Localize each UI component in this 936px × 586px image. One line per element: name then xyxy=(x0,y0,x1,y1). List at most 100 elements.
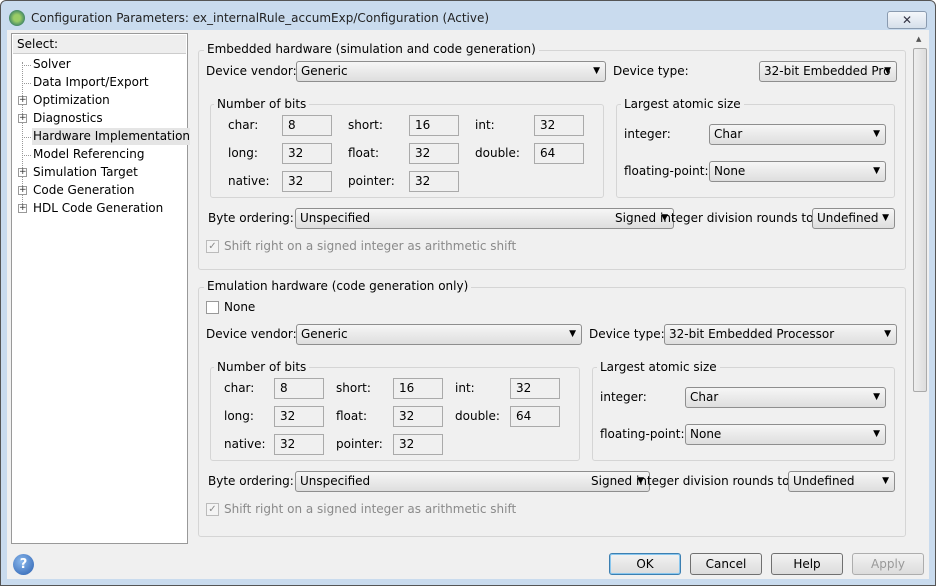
short-bits-field[interactable]: 16 xyxy=(409,115,459,136)
pointer-bits-field[interactable]: 32 xyxy=(409,171,459,192)
ok-button[interactable]: OK xyxy=(609,553,681,575)
native-bits-field[interactable]: 32 xyxy=(282,171,332,192)
atomic-integer-select-value: Char xyxy=(690,390,719,404)
dropdown-arrow-icon: ▼ xyxy=(884,329,891,339)
device-vendor-select[interactable]: Generic ▼ xyxy=(296,324,582,345)
cancel-button[interactable]: Cancel xyxy=(690,553,762,575)
dropdown-arrow-icon: ▼ xyxy=(873,129,880,139)
int-label: int: xyxy=(475,118,495,132)
char-bits-field[interactable]: 8 xyxy=(274,378,324,399)
shift-checkbox[interactable]: ✓ xyxy=(206,240,219,253)
shift-checkbox[interactable]: ✓ xyxy=(206,503,219,516)
scrollbar-thumb[interactable] xyxy=(913,48,927,392)
tree-item[interactable]: Code Generation xyxy=(32,182,135,199)
double-label: double: xyxy=(455,409,500,423)
long-label: long: xyxy=(228,146,258,160)
app-gear-icon xyxy=(9,10,25,26)
tree-item[interactable]: Solver xyxy=(32,56,72,73)
device-vendor-select[interactable]: Generic ▼ xyxy=(296,61,606,82)
window-title: Configuration Parameters: ex_internalRul… xyxy=(31,11,490,25)
float-bits-field[interactable]: 32 xyxy=(409,143,459,164)
shift-label: Shift right on a signed integer as arith… xyxy=(224,239,517,253)
double-bits-field[interactable]: 64 xyxy=(510,406,560,427)
tree-item[interactable]: Model Referencing xyxy=(32,146,145,163)
vertical-scrollbar[interactable]: ▲ xyxy=(912,33,928,544)
expand-icon[interactable]: + xyxy=(18,96,27,105)
float-bits-field[interactable]: 32 xyxy=(393,406,443,427)
help-icon[interactable]: ? xyxy=(13,554,34,575)
char-label: char: xyxy=(224,381,255,395)
long-bits-field[interactable]: 32 xyxy=(282,143,332,164)
atomic-integer-select[interactable]: Char ▼ xyxy=(685,387,886,408)
device-vendor-label: Device vendor: xyxy=(206,64,297,78)
tree-item[interactable]: Hardware Implementation xyxy=(32,128,192,145)
embedded-title: Embedded hardware (simulation and code g… xyxy=(204,42,539,56)
integer-label: integer: xyxy=(624,127,671,141)
atomic-floating-point-select[interactable]: None ▼ xyxy=(709,161,886,182)
pointer-label: pointer: xyxy=(348,174,395,188)
close-button[interactable]: ✕ xyxy=(887,11,927,29)
tree-header: Select: xyxy=(13,35,186,54)
native-label: native: xyxy=(228,174,270,188)
tree-branch-line xyxy=(22,65,31,66)
float-label: float: xyxy=(336,409,368,423)
int-bits-field[interactable]: 32 xyxy=(510,378,560,399)
tree-item[interactable]: Diagnostics xyxy=(32,110,104,127)
double-label: double: xyxy=(475,146,520,160)
long-bits-field[interactable]: 32 xyxy=(274,406,324,427)
dropdown-arrow-icon: ▼ xyxy=(569,329,576,339)
division-rounding-select[interactable]: Undefined ▼ xyxy=(812,208,895,229)
tree-item[interactable]: Data Import/Export xyxy=(32,74,150,91)
atomic-frame xyxy=(616,104,895,198)
tree-branch-line xyxy=(22,137,31,138)
native-bits-field[interactable]: 32 xyxy=(274,434,324,455)
division-rounding-select-value: Undefined xyxy=(793,474,855,488)
tree-item[interactable]: Simulation Target xyxy=(32,164,139,181)
device-type-select[interactable]: 32-bit Embedded Processor ▼ xyxy=(664,324,897,345)
dropdown-arrow-icon: ▼ xyxy=(593,66,600,76)
byte-ordering-select-value: Unspecified xyxy=(300,211,371,225)
byte-ordering-select-value: Unspecified xyxy=(300,474,371,488)
emulation-bits-title: Number of bits xyxy=(214,360,310,374)
tree-item[interactable]: Optimization xyxy=(32,92,111,109)
division-rounding-label: Signed integer division rounds to: xyxy=(591,474,794,488)
atomic-floating-point-select-value: None xyxy=(690,427,722,441)
char-label: char: xyxy=(228,118,259,132)
division-rounding-select-value: Undefined xyxy=(817,211,879,225)
pointer-bits-field[interactable]: 32 xyxy=(393,434,443,455)
dropdown-arrow-icon: ▼ xyxy=(882,213,889,223)
double-bits-field[interactable]: 64 xyxy=(534,143,584,164)
emulation-title: Emulation hardware (code generation only… xyxy=(204,279,472,293)
division-rounding-select[interactable]: Undefined ▼ xyxy=(788,471,895,492)
atomic-integer-select-value: Char xyxy=(714,127,743,141)
expand-icon[interactable]: + xyxy=(18,168,27,177)
float-label: float: xyxy=(348,146,380,160)
tree-item[interactable]: HDL Code Generation xyxy=(32,200,164,217)
long-label: long: xyxy=(224,409,254,423)
atomic-floating-point-select[interactable]: None ▼ xyxy=(685,424,886,445)
device-type-select[interactable]: 32-bit Embedded Pro ▼ xyxy=(759,61,897,82)
floating-point-label: floating-point: xyxy=(624,164,709,178)
dropdown-arrow-icon: ▼ xyxy=(873,392,880,402)
dropdown-arrow-icon: ▼ xyxy=(882,476,889,486)
atomic-integer-select[interactable]: Char ▼ xyxy=(709,124,886,145)
short-bits-field[interactable]: 16 xyxy=(393,378,443,399)
int-bits-field[interactable]: 32 xyxy=(534,115,584,136)
char-bits-field[interactable]: 8 xyxy=(282,115,332,136)
integer-label: integer: xyxy=(600,390,647,404)
device-type-select-value: 32-bit Embedded Processor xyxy=(669,327,835,341)
scroll-up-arrow-icon[interactable]: ▲ xyxy=(916,35,921,43)
device-type-label: Device type: xyxy=(589,327,665,341)
short-label: short: xyxy=(336,381,371,395)
dropdown-arrow-icon: ▼ xyxy=(873,429,880,439)
expand-icon[interactable]: + xyxy=(18,114,27,123)
expand-icon[interactable]: + xyxy=(18,204,27,213)
byte-ordering-label: Byte ordering: xyxy=(208,474,294,488)
native-label: native: xyxy=(224,437,266,451)
help-button[interactable]: Help xyxy=(771,553,843,575)
expand-icon[interactable]: + xyxy=(18,186,27,195)
device-type-label: Device type: xyxy=(613,64,689,78)
atomic-frame xyxy=(592,367,895,461)
emulation-none-checkbox[interactable] xyxy=(206,301,219,314)
apply-button[interactable]: Apply xyxy=(852,553,924,575)
